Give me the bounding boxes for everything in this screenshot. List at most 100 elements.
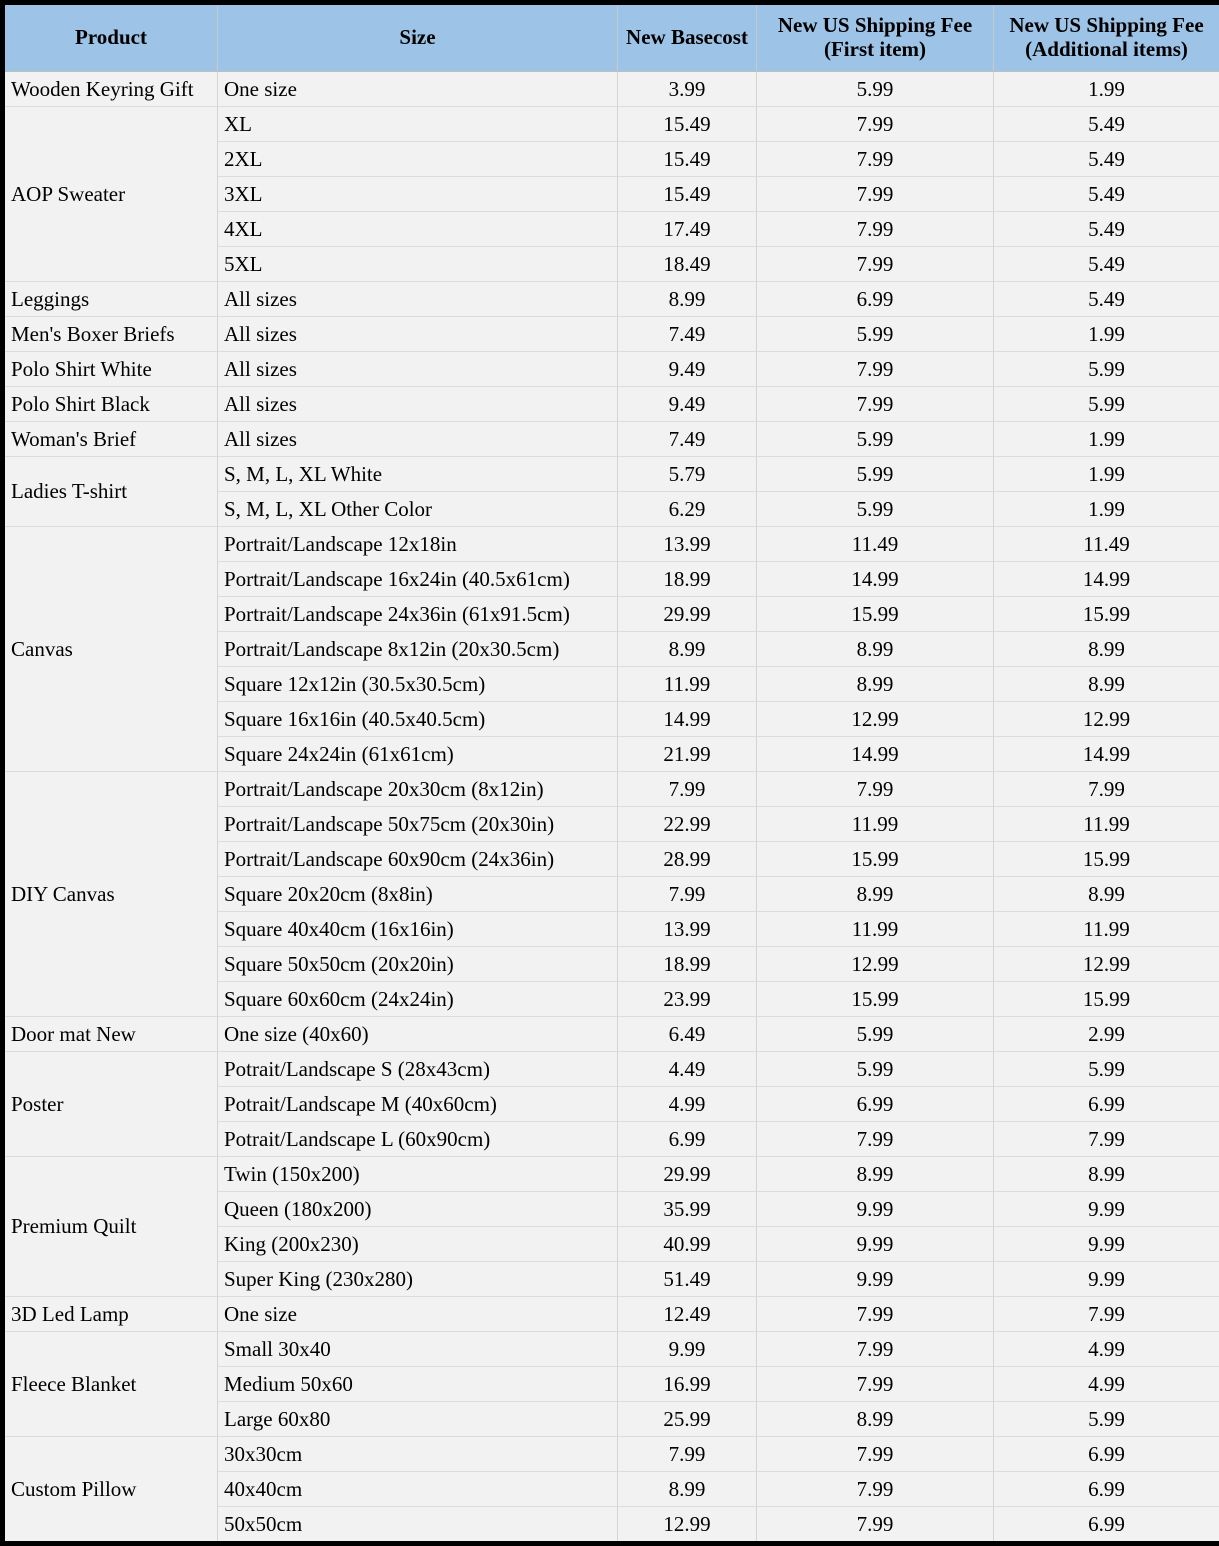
shipping-first-cell: 7.99 [757, 387, 994, 422]
size-cell: 40x40cm [218, 1472, 618, 1507]
table-row: DIY CanvasPortrait/Landscape 20x30cm (8x… [3, 772, 1219, 807]
product-name-cell: Polo Shirt Black [3, 387, 218, 422]
shipping-additional-cell: 9.99 [994, 1262, 1219, 1297]
table-header: Product Size New Basecost New US Shippin… [3, 3, 1219, 72]
shipping-first-cell: 9.99 [757, 1262, 994, 1297]
shipping-first-cell: 7.99 [757, 1367, 994, 1402]
table-row: Custom Pillow30x30cm7.997.996.99 [3, 1437, 1219, 1472]
shipping-first-cell: 11.99 [757, 912, 994, 947]
table-row: Polo Shirt WhiteAll sizes9.497.995.99 [3, 352, 1219, 387]
shipping-first-cell: 9.99 [757, 1227, 994, 1262]
shipping-first-cell: 8.99 [757, 667, 994, 702]
size-cell: Portrait/Landscape 60x90cm (24x36in) [218, 842, 618, 877]
table-row: Fleece BlanketSmall 30x409.997.994.99 [3, 1332, 1219, 1367]
shipping-additional-cell: 14.99 [994, 737, 1219, 772]
size-cell: One size [218, 1297, 618, 1332]
product-name-cell: DIY Canvas [3, 772, 218, 1017]
basecost-cell: 18.99 [618, 562, 757, 597]
basecost-cell: 18.49 [618, 247, 757, 282]
basecost-cell: 7.99 [618, 1437, 757, 1472]
basecost-cell: 9.49 [618, 387, 757, 422]
size-cell: Square 40x40cm (16x16in) [218, 912, 618, 947]
basecost-cell: 11.99 [618, 667, 757, 702]
table-row: Men's Boxer BriefsAll sizes7.495.991.99 [3, 317, 1219, 352]
basecost-cell: 35.99 [618, 1192, 757, 1227]
product-name-cell: Fleece Blanket [3, 1332, 218, 1437]
shipping-first-cell: 5.99 [757, 492, 994, 527]
size-cell: Portrait/Landscape 12x18in [218, 527, 618, 562]
basecost-cell: 23.99 [618, 982, 757, 1017]
shipping-first-cell: 7.99 [757, 107, 994, 142]
table-row: AOP SweaterXL15.497.995.49 [3, 107, 1219, 142]
shipping-first-cell: 5.99 [757, 72, 994, 107]
table-row: Polo Shirt BlackAll sizes9.497.995.99 [3, 387, 1219, 422]
basecost-cell: 28.99 [618, 842, 757, 877]
basecost-cell: 29.99 [618, 1157, 757, 1192]
shipping-additional-cell: 8.99 [994, 667, 1219, 702]
product-name-cell: Wooden Keyring Gift [3, 72, 218, 107]
basecost-cell: 7.99 [618, 877, 757, 912]
shipping-first-cell: 7.99 [757, 1122, 994, 1157]
size-cell: Small 30x40 [218, 1332, 618, 1367]
basecost-cell: 13.99 [618, 912, 757, 947]
product-pricing-table: Product Size New Basecost New US Shippin… [0, 0, 1219, 1546]
product-name-cell: Polo Shirt White [3, 352, 218, 387]
table-row: Woman's BriefAll sizes7.495.991.99 [3, 422, 1219, 457]
shipping-first-cell: 7.99 [757, 142, 994, 177]
shipping-additional-cell: 14.99 [994, 562, 1219, 597]
size-cell: S, M, L, XL White [218, 457, 618, 492]
size-cell: Medium 50x60 [218, 1367, 618, 1402]
shipping-first-cell: 11.49 [757, 527, 994, 562]
table-body: Wooden Keyring GiftOne size3.995.991.99A… [3, 72, 1219, 1544]
column-header-shipping-additional-line1: New US Shipping Fee [1009, 13, 1203, 37]
column-header-product-label: Product [75, 25, 147, 49]
shipping-additional-cell: 1.99 [994, 492, 1219, 527]
product-name-cell: Premium Quilt [3, 1157, 218, 1297]
size-cell: Potrait/Landscape S (28x43cm) [218, 1052, 618, 1087]
shipping-additional-cell: 6.99 [994, 1437, 1219, 1472]
basecost-cell: 14.99 [618, 702, 757, 737]
shipping-additional-cell: 12.99 [994, 702, 1219, 737]
shipping-first-cell: 12.99 [757, 702, 994, 737]
size-cell: Square 20x20cm (8x8in) [218, 877, 618, 912]
shipping-additional-cell: 5.49 [994, 212, 1219, 247]
size-cell: All sizes [218, 422, 618, 457]
basecost-cell: 6.49 [618, 1017, 757, 1052]
shipping-additional-cell: 8.99 [994, 1157, 1219, 1192]
shipping-first-cell: 7.99 [757, 247, 994, 282]
product-name-cell: Woman's Brief [3, 422, 218, 457]
basecost-cell: 12.99 [618, 1507, 757, 1544]
shipping-first-cell: 7.99 [757, 1332, 994, 1367]
shipping-additional-cell: 6.99 [994, 1472, 1219, 1507]
shipping-additional-cell: 6.99 [994, 1087, 1219, 1122]
shipping-additional-cell: 4.99 [994, 1332, 1219, 1367]
size-cell: Potrait/Landscape M (40x60cm) [218, 1087, 618, 1122]
basecost-cell: 40.99 [618, 1227, 757, 1262]
table-row: CanvasPortrait/Landscape 12x18in13.9911.… [3, 527, 1219, 562]
shipping-additional-cell: 5.49 [994, 107, 1219, 142]
size-cell: Portrait/Landscape 20x30cm (8x12in) [218, 772, 618, 807]
shipping-additional-cell: 1.99 [994, 422, 1219, 457]
basecost-cell: 4.99 [618, 1087, 757, 1122]
basecost-cell: 3.99 [618, 72, 757, 107]
shipping-first-cell: 14.99 [757, 737, 994, 772]
shipping-first-cell: 7.99 [757, 177, 994, 212]
column-header-shipping-additional: New US Shipping Fee (Additional items) [994, 3, 1219, 72]
size-cell: Portrait/Landscape 24x36in (61x91.5cm) [218, 597, 618, 632]
size-cell: S, M, L, XL Other Color [218, 492, 618, 527]
shipping-additional-cell: 5.49 [994, 247, 1219, 282]
basecost-cell: 17.49 [618, 212, 757, 247]
basecost-cell: 15.49 [618, 177, 757, 212]
basecost-cell: 8.99 [618, 632, 757, 667]
basecost-cell: 13.99 [618, 527, 757, 562]
size-cell: One size [218, 72, 618, 107]
shipping-additional-cell: 1.99 [994, 72, 1219, 107]
size-cell: 2XL [218, 142, 618, 177]
size-cell: Square 60x60cm (24x24in) [218, 982, 618, 1017]
basecost-cell: 6.99 [618, 1122, 757, 1157]
product-name-cell: Men's Boxer Briefs [3, 317, 218, 352]
basecost-cell: 5.79 [618, 457, 757, 492]
shipping-additional-cell: 5.99 [994, 1402, 1219, 1437]
shipping-first-cell: 5.99 [757, 1052, 994, 1087]
shipping-first-cell: 8.99 [757, 877, 994, 912]
